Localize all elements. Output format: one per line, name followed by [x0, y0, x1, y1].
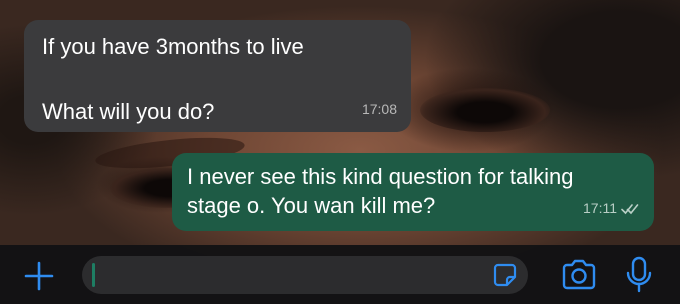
wallpaper-detail [420, 88, 550, 132]
read-receipt-icon [621, 203, 639, 214]
message-text: What will you do? [42, 99, 215, 124]
message-text: I never see this kind question for talki… [187, 164, 574, 218]
camera-icon[interactable] [560, 259, 598, 291]
message-meta: 17:11 [583, 194, 639, 223]
message-timestamp: 17:08 [361, 101, 397, 117]
message-text: If you have 3months to live [42, 34, 304, 59]
microphone-icon[interactable] [624, 256, 654, 294]
message-timestamp: 17:11 [583, 200, 617, 216]
sticker-icon[interactable] [492, 262, 518, 288]
plus-icon[interactable] [22, 259, 56, 293]
message-input[interactable] [82, 256, 528, 294]
outgoing-message-bubble[interactable]: I never see this kind question for talki… [172, 153, 654, 231]
incoming-message-bubble[interactable]: If you have 3months to live What will yo… [24, 20, 411, 132]
text-caret [92, 263, 95, 287]
message-composer [0, 245, 680, 304]
